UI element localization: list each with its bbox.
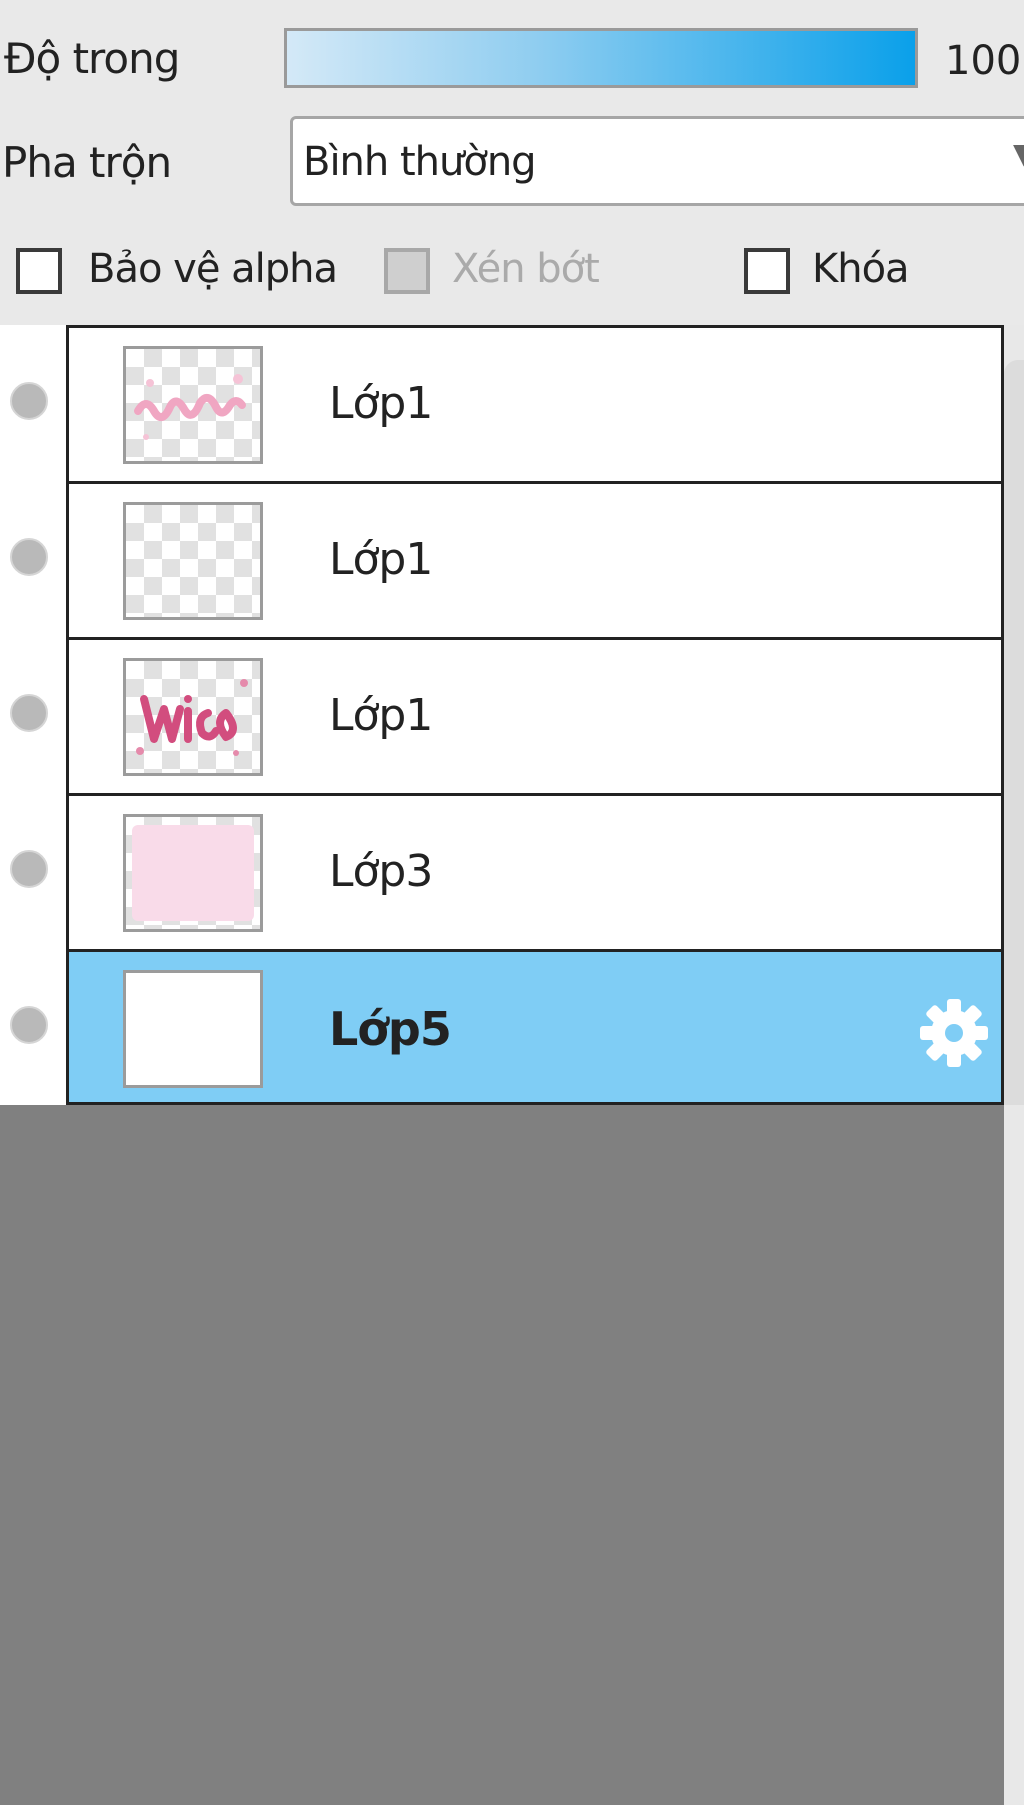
layer-row[interactable]: Lớp1 bbox=[66, 637, 1004, 793]
clipping-label: Xén bớt bbox=[452, 246, 600, 292]
layer-thumbnail bbox=[123, 970, 263, 1088]
chevron-down-icon: ▼ bbox=[1013, 137, 1024, 170]
layer-name: Lớp1 bbox=[329, 378, 433, 429]
scrollbar[interactable] bbox=[1004, 360, 1024, 1105]
lock-label: Khóa bbox=[812, 246, 910, 292]
layer-thumbnail bbox=[123, 814, 263, 932]
layer-thumbnail bbox=[123, 502, 263, 620]
visibility-toggle[interactable] bbox=[10, 382, 48, 420]
protect-alpha-label: Bảo vệ alpha bbox=[88, 246, 338, 292]
blend-label: Pha trộn bbox=[2, 138, 172, 187]
opacity-slider[interactable] bbox=[284, 28, 918, 88]
layer-name: Lớp1 bbox=[329, 690, 433, 741]
layer-row[interactable]: Lớp1 bbox=[66, 325, 1004, 481]
layer-properties-panel: Độ trong 100 Pha trộn Bình thường ▼ Bảo … bbox=[0, 0, 1024, 325]
layer-row-selected[interactable]: Lớp5 bbox=[66, 949, 1004, 1105]
gear-icon[interactable] bbox=[917, 996, 991, 1070]
layer-name: Lớp3 bbox=[329, 846, 433, 897]
layer-row[interactable]: Lớp1 bbox=[66, 481, 1004, 637]
empty-layer-area bbox=[0, 1105, 1004, 1805]
visibility-toggle[interactable] bbox=[10, 850, 48, 888]
visibility-toggle[interactable] bbox=[10, 1006, 48, 1044]
blend-mode-value: Bình thường bbox=[303, 139, 537, 185]
layer-thumbnail bbox=[123, 658, 263, 776]
visibility-toggle[interactable] bbox=[10, 538, 48, 576]
blend-mode-select[interactable]: Bình thường ▼ bbox=[290, 116, 1024, 206]
layer-thumbnail bbox=[123, 346, 263, 464]
opacity-value: 100 bbox=[945, 38, 1022, 84]
opacity-label: Độ trong bbox=[4, 34, 180, 83]
clipping-checkbox bbox=[384, 248, 430, 294]
layer-name: Lớp1 bbox=[329, 534, 433, 585]
visibility-toggle[interactable] bbox=[10, 694, 48, 732]
lock-checkbox[interactable] bbox=[744, 248, 790, 294]
layer-name: Lớp5 bbox=[329, 1002, 452, 1056]
layer-row[interactable]: Lớp3 bbox=[66, 793, 1004, 949]
layer-list: Lớp1 Lớp1 Lớp1 Lớp3 Lớp5 bbox=[66, 325, 1004, 1105]
layer-visibility-column bbox=[0, 325, 66, 1105]
protect-alpha-checkbox[interactable] bbox=[16, 248, 62, 294]
